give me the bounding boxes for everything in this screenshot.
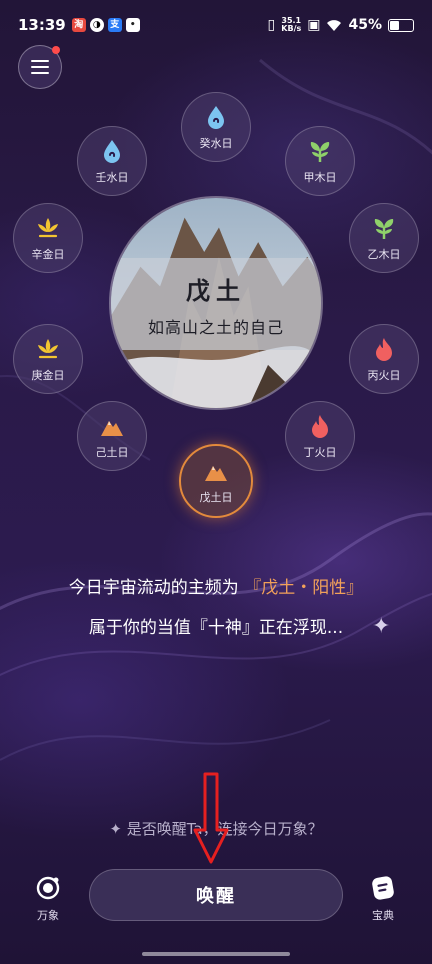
nav-baodian[interactable]: 宝典 [353, 874, 413, 923]
notification-app-icon: • [125, 18, 140, 32]
notification-app-icon: 支 [107, 18, 122, 32]
mountain-icon [101, 420, 123, 436]
day-item[interactable]: 癸水日 [181, 92, 251, 162]
day-item[interactable]: 甲木日 [285, 126, 355, 196]
lotus-icon [38, 217, 58, 237]
wake-button[interactable]: 唤醒 [89, 869, 343, 921]
network-speed-unit: KB/s [281, 24, 302, 33]
mountain-icon [205, 465, 227, 481]
frequency-text: 今日宇宙流动的主频为 [68, 578, 239, 598]
nav-wanxiang-label: 万象 [37, 909, 59, 922]
flame-icon [376, 337, 392, 361]
sprout-icon [374, 218, 394, 239]
center-element-card: 戊土 如高山之土的自己 [109, 196, 323, 410]
water-drop-icon [208, 105, 224, 129]
vibrate-icon: ▯ [267, 17, 276, 33]
day-item-label: 丙火日 [367, 368, 401, 382]
hamburger-icon [31, 60, 49, 74]
day-item[interactable]: 壬水日 [77, 126, 147, 196]
sparkle-icon: ✦ [372, 614, 391, 639]
menu-button[interactable] [18, 45, 62, 89]
sim-icon: ▣ [307, 17, 321, 33]
orbit-icon [36, 876, 60, 900]
day-item[interactable]: 己土日 [77, 401, 147, 471]
day-item-label: 癸水日 [199, 136, 233, 150]
nav-wanxiang[interactable]: 万象 [18, 874, 78, 923]
notification-app-icon: ◑ [89, 18, 104, 32]
day-item[interactable]: 辛金日 [13, 203, 83, 273]
nav-baodian-label: 宝典 [372, 909, 394, 922]
water-drop-icon [104, 139, 120, 163]
lotus-icon [38, 338, 58, 358]
element-title: 戊土 [186, 276, 246, 305]
battery-percent: 45% [348, 17, 382, 33]
day-item-label: 乙木日 [367, 247, 401, 261]
day-item-label: 辛金日 [31, 247, 65, 261]
flame-icon [312, 414, 328, 438]
battery-icon [388, 18, 414, 32]
red-arrow-icon [193, 772, 229, 864]
center-title-band: 戊土 如高山之土的自己 [111, 258, 321, 350]
frequency-highlight: 『戊土・阳性』 [244, 578, 364, 598]
day-item[interactable]: 庚金日 [13, 324, 83, 394]
home-indicator[interactable] [142, 952, 290, 956]
network-speed: 35.1 KB/s [281, 17, 301, 33]
ten-gods-message: 属于你的当值『十神』正在浮现... [88, 618, 344, 638]
status-time: 13:39 [18, 16, 66, 34]
status-bar: 13:39 淘 ◑ 支 • ▯ 35.1 KB/s ▣ 45% [0, 0, 432, 50]
book-icon [372, 876, 394, 900]
notification-dot [52, 46, 60, 54]
frequency-message: 今日宇宙流动的主频为 『戊土・阳性』 [0, 573, 432, 598]
notification-app-icon: 淘 [71, 18, 86, 32]
day-item[interactable]: 丙火日 [349, 324, 419, 394]
sprout-icon [310, 141, 330, 162]
day-item-label: 甲木日 [303, 170, 337, 184]
day-item[interactable]: 乙木日 [349, 203, 419, 273]
day-item[interactable]: 丁火日 [285, 401, 355, 471]
element-subtitle: 如高山之土的自己 [147, 317, 284, 337]
day-item-label: 庚金日 [31, 368, 65, 382]
day-item[interactable]: 戊土日 [179, 444, 253, 518]
day-item-label: 壬水日 [95, 170, 129, 184]
wifi-icon [327, 19, 342, 31]
day-item-label: 己土日 [95, 445, 129, 459]
day-item-label: 戊土日 [199, 490, 233, 504]
day-item-label: 丁火日 [303, 445, 337, 459]
